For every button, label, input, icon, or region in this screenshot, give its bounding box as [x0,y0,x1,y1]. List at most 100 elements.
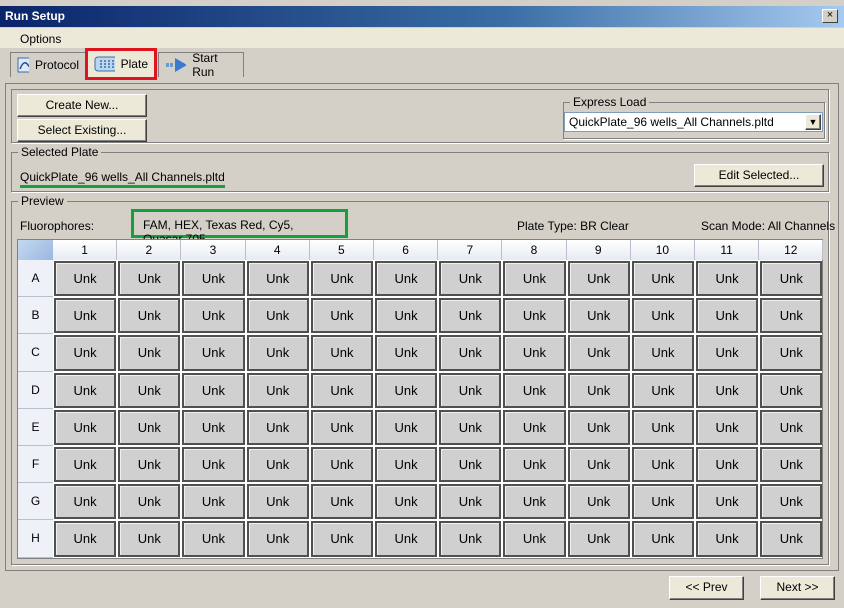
column-header[interactable]: 3 [181,240,246,260]
row-header[interactable]: G [18,483,53,521]
well-B7[interactable]: Unk [439,298,502,334]
well-H2[interactable]: Unk [118,521,181,557]
well-B1[interactable]: Unk [54,298,117,334]
close-button[interactable]: × [822,9,838,23]
well-H7[interactable]: Unk [439,521,502,557]
well-A12[interactable]: Unk [760,261,823,297]
well-G3[interactable]: Unk [182,484,245,520]
well-D10[interactable]: Unk [631,372,694,408]
select-existing-button[interactable]: Select Existing... [17,119,147,142]
well-E8[interactable]: Unk [503,409,566,445]
well-D4[interactable]: Unk [246,372,309,408]
well-G6[interactable]: Unk [375,484,438,520]
well-G11[interactable]: Unk [696,484,759,520]
well-D7[interactable]: Unk [439,372,502,408]
well-E6[interactable]: Unk [375,409,438,445]
well-E12[interactable]: Unk [760,409,823,445]
well-A8[interactable]: Unk [503,261,566,297]
create-new-button[interactable]: Create New... [17,94,147,117]
column-header[interactable]: 6 [374,240,439,260]
row-header[interactable]: B [18,297,53,335]
well-A9[interactable]: Unk [567,261,630,297]
row-header[interactable]: A [18,260,53,298]
well-C1[interactable]: Unk [54,335,117,371]
well-C7[interactable]: Unk [439,335,502,371]
well-D9[interactable]: Unk [567,372,630,408]
column-header[interactable]: 11 [695,240,760,260]
well-B4[interactable]: Unk [246,298,309,334]
well-F11[interactable]: Unk [696,447,759,483]
well-D12[interactable]: Unk [760,372,823,408]
column-header[interactable]: 5 [309,240,374,260]
well-H5[interactable]: Unk [310,521,373,557]
well-E5[interactable]: Unk [310,409,373,445]
well-E4[interactable]: Unk [246,409,309,445]
well-B2[interactable]: Unk [118,298,181,334]
well-H10[interactable]: Unk [631,521,694,557]
tab-start-run[interactable]: Start Run [158,51,244,79]
well-C2[interactable]: Unk [118,335,181,371]
well-A1[interactable]: Unk [54,261,117,297]
well-B3[interactable]: Unk [182,298,245,334]
well-D1[interactable]: Unk [54,372,117,408]
column-header[interactable]: 10 [630,240,695,260]
well-H1[interactable]: Unk [54,521,117,557]
well-G9[interactable]: Unk [567,484,630,520]
well-F7[interactable]: Unk [439,447,502,483]
well-E10[interactable]: Unk [631,409,694,445]
well-E9[interactable]: Unk [567,409,630,445]
well-G10[interactable]: Unk [631,484,694,520]
column-header[interactable]: 7 [438,240,503,260]
well-A2[interactable]: Unk [118,261,181,297]
select-all-corner[interactable] [18,240,53,260]
well-H9[interactable]: Unk [567,521,630,557]
well-E7[interactable]: Unk [439,409,502,445]
well-F4[interactable]: Unk [246,447,309,483]
well-H6[interactable]: Unk [375,521,438,557]
well-B9[interactable]: Unk [567,298,630,334]
well-C5[interactable]: Unk [310,335,373,371]
well-C8[interactable]: Unk [503,335,566,371]
well-D5[interactable]: Unk [310,372,373,408]
well-H4[interactable]: Unk [246,521,309,557]
row-header[interactable]: H [18,520,53,558]
well-G2[interactable]: Unk [118,484,181,520]
well-E3[interactable]: Unk [182,409,245,445]
next-button[interactable]: Next >> [760,576,835,600]
column-header[interactable]: 8 [502,240,567,260]
well-B5[interactable]: Unk [310,298,373,334]
well-F3[interactable]: Unk [182,447,245,483]
well-E1[interactable]: Unk [54,409,117,445]
well-G1[interactable]: Unk [54,484,117,520]
well-G4[interactable]: Unk [246,484,309,520]
well-D11[interactable]: Unk [696,372,759,408]
tab-plate[interactable]: Plate [85,48,157,80]
well-G5[interactable]: Unk [310,484,373,520]
well-D2[interactable]: Unk [118,372,181,408]
well-G7[interactable]: Unk [439,484,502,520]
well-E2[interactable]: Unk [118,409,181,445]
well-A11[interactable]: Unk [696,261,759,297]
well-F2[interactable]: Unk [118,447,181,483]
well-A10[interactable]: Unk [631,261,694,297]
row-header[interactable]: D [18,371,53,409]
column-header[interactable]: 4 [245,240,310,260]
column-header[interactable]: 1 [53,240,118,260]
well-A6[interactable]: Unk [375,261,438,297]
well-G12[interactable]: Unk [760,484,823,520]
well-A3[interactable]: Unk [182,261,245,297]
row-header[interactable]: C [18,334,53,372]
well-F10[interactable]: Unk [631,447,694,483]
well-F12[interactable]: Unk [760,447,823,483]
well-E11[interactable]: Unk [696,409,759,445]
well-C6[interactable]: Unk [375,335,438,371]
row-header[interactable]: E [18,408,53,446]
well-H12[interactable]: Unk [760,521,823,557]
well-C4[interactable]: Unk [246,335,309,371]
well-D8[interactable]: Unk [503,372,566,408]
row-header[interactable]: F [18,446,53,484]
well-B8[interactable]: Unk [503,298,566,334]
chevron-down-icon[interactable]: ▼ [805,114,821,130]
well-B6[interactable]: Unk [375,298,438,334]
well-H11[interactable]: Unk [696,521,759,557]
